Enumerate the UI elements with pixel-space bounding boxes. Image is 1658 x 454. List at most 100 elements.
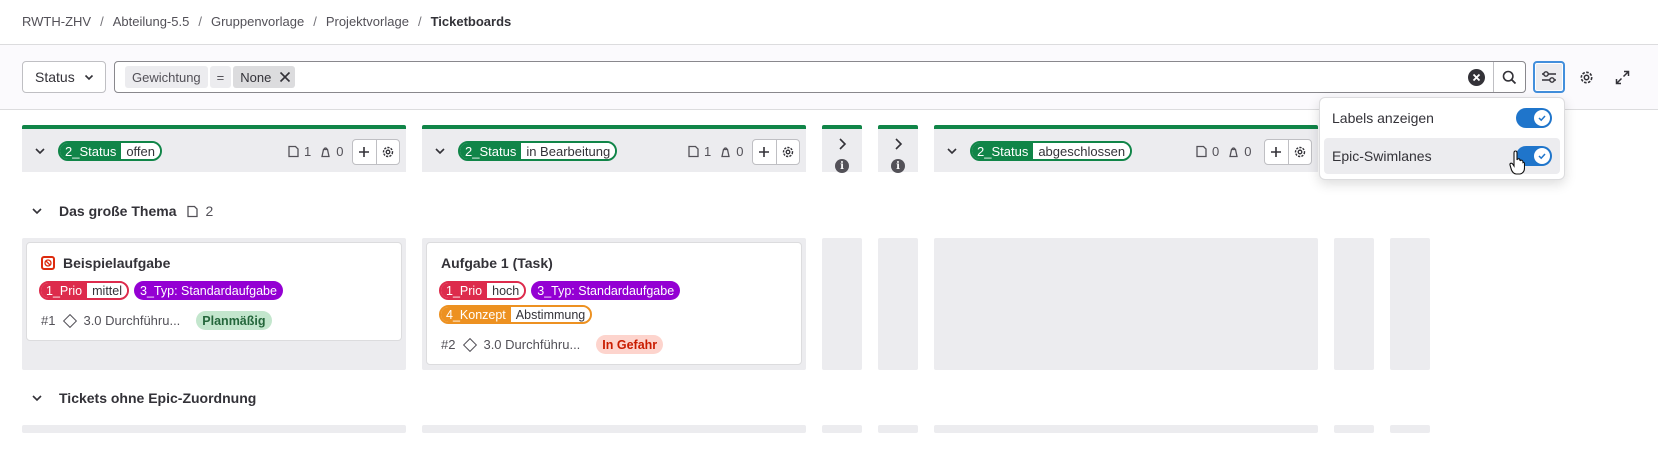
scoped-label[interactable]: 4_Konzept Abstimmung xyxy=(439,305,593,324)
list-settings-button[interactable] xyxy=(375,140,399,164)
maximize-icon xyxy=(1615,70,1629,84)
list-settings-button[interactable] xyxy=(1287,140,1311,164)
breadcrumb: RWTH-ZHV / Abteilung-5.5 / Gruppenvorlage /… xyxy=(22,14,511,29)
breadcrumb-separator: / xyxy=(100,14,104,29)
info-icon: i xyxy=(891,159,905,173)
swimlanes-toggle-label: Epic-Swimlanes xyxy=(1332,148,1432,164)
labels-toggle-row[interactable]: Labels anzeigen xyxy=(1324,100,1560,136)
board-scope-label: Status xyxy=(35,69,75,85)
scoped-label-key: 1_Prio xyxy=(441,283,488,298)
issue-title[interactable]: Beispielaufgabe xyxy=(41,255,170,271)
board-list-header: 2_Status abgeschlossen 0 0 xyxy=(934,125,1318,172)
breadcrumb-item-project[interactable]: Projektvorlage xyxy=(326,14,409,29)
labels-toggle[interactable] xyxy=(1516,108,1552,128)
list-actions xyxy=(1264,139,1312,165)
scoped-label[interactable]: 1_Prio hoch xyxy=(439,281,527,300)
label[interactable]: 3_Typ: Standardaufgabe xyxy=(531,281,681,300)
chevron-down-icon[interactable] xyxy=(34,145,46,157)
board-settings-button[interactable] xyxy=(1570,61,1602,93)
add-issue-button[interactable] xyxy=(353,140,376,164)
issue-card[interactable]: Aufgabe 1 (Task) 1_Prio hoch 3_Typ: Stan… xyxy=(426,242,802,365)
gear-icon xyxy=(382,146,394,158)
chevron-down-icon[interactable] xyxy=(434,145,446,157)
breadcrumb-item-group[interactable]: RWTH-ZHV xyxy=(22,14,91,29)
scoped-label-key: 2_Status xyxy=(972,143,1034,159)
issue-count: 1 xyxy=(304,144,312,159)
list-scoped-label[interactable]: 2_Status in Bearbeitung xyxy=(458,141,618,161)
issue-labels: 4_Konzept Abstimmung xyxy=(439,305,593,324)
breadcrumb-separator: / xyxy=(198,14,202,29)
epic-swimlane-header[interactable]: Das große Thema 2 xyxy=(31,203,213,219)
milestone-title[interactable]: 3.0 Durchführu... xyxy=(83,313,180,328)
issue-title[interactable]: Aufgabe 1 (Task) xyxy=(441,255,553,271)
list-scoped-label[interactable]: 2_Status offen xyxy=(58,141,163,161)
breadcrumb-item-boards[interactable]: Ticketboards xyxy=(431,14,512,29)
issues-icon xyxy=(1196,145,1207,158)
search-button[interactable] xyxy=(1493,62,1525,92)
weight-count: 0 xyxy=(736,144,744,159)
weight-count: 0 xyxy=(1244,144,1252,159)
milestone-title[interactable]: 3.0 Durchführu... xyxy=(483,337,580,352)
hand-cursor-icon xyxy=(1509,150,1525,175)
list-actions xyxy=(352,139,400,165)
list-settings-button[interactable] xyxy=(775,140,799,164)
weight-count: 0 xyxy=(336,144,344,159)
preferences-icon xyxy=(1542,71,1556,83)
scoped-label-key: 4_Konzept xyxy=(441,307,511,322)
health-status-badge: Planmäßig xyxy=(196,311,272,330)
issue-meta: #1 3.0 Durchführu... Planmäßig xyxy=(41,311,272,330)
plus-icon xyxy=(759,147,770,157)
board-view-options-button[interactable] xyxy=(1533,61,1565,93)
chevron-right-icon xyxy=(839,138,847,150)
issue-card[interactable]: Beispielaufgabe 1_Prio mittel 3_Typ: Sta… xyxy=(26,242,402,341)
scoped-label-key: 2_Status xyxy=(460,143,522,159)
filter-token-value-text: None xyxy=(240,69,272,85)
swimlane-list-cell xyxy=(422,425,806,433)
list-scoped-label[interactable]: 2_Status abgeschlossen xyxy=(970,141,1133,161)
clear-search-icon[interactable] xyxy=(1468,69,1485,86)
scoped-label[interactable]: 1_Prio mittel xyxy=(39,281,130,300)
swimlane-collapsed-cell xyxy=(822,238,862,370)
remove-token-icon[interactable] xyxy=(279,71,291,83)
gear-icon xyxy=(782,146,794,158)
swimlane-collapsed-cell xyxy=(878,425,918,433)
collapsed-list-header[interactable]: i xyxy=(822,125,862,173)
board-scope-dropdown[interactable]: Status xyxy=(22,61,106,93)
no-epic-title: Tickets ohne Epic-Zuordnung xyxy=(59,390,257,406)
breadcrumb-item-subgroup[interactable]: Abteilung-5.5 xyxy=(113,14,190,29)
labels-toggle-label: Labels anzeigen xyxy=(1332,110,1434,126)
collapsed-list-header[interactable]: i xyxy=(878,125,918,173)
info-icon: i xyxy=(835,159,849,173)
no-epic-swimlane-header[interactable]: Tickets ohne Epic-Zuordnung xyxy=(31,390,256,406)
issue-count: 1 xyxy=(704,144,712,159)
plus-icon xyxy=(1271,147,1282,157)
issue-meta: #2 3.0 Durchführu... In Gefahr xyxy=(441,335,664,354)
scoped-label-key: 1_Prio xyxy=(41,283,88,298)
weight-icon xyxy=(1229,147,1239,158)
issue-count: 0 xyxy=(1212,144,1220,159)
filtered-search-input[interactable]: Gewichtung = None xyxy=(114,61,1526,93)
blocked-icon xyxy=(41,256,55,270)
fullscreen-button[interactable] xyxy=(1606,61,1638,93)
label[interactable]: 3_Typ: Standardaufgabe xyxy=(134,281,283,300)
list-actions xyxy=(752,139,800,165)
scoped-label-value: Abstimmung xyxy=(510,307,591,322)
issues-icon xyxy=(688,145,699,158)
swimlane-list-cell xyxy=(934,425,1318,433)
epic-issue-count: 2 xyxy=(186,203,213,219)
swimlane-collapsed-cell xyxy=(878,238,918,370)
add-issue-button[interactable] xyxy=(753,140,776,164)
filter-token-operator: = xyxy=(209,66,232,88)
chevron-down-icon[interactable] xyxy=(946,145,958,157)
issue-reference: #2 xyxy=(441,337,456,352)
swimlane-list-cell xyxy=(934,238,1318,370)
chevron-down-icon xyxy=(32,208,42,215)
filter-token[interactable]: Gewichtung = None xyxy=(125,66,297,88)
view-options-popover: Labels anzeigen Epic-Swimlanes xyxy=(1319,97,1565,180)
issue-labels: 1_Prio hoch 3_Typ: Standardaufgabe xyxy=(439,281,681,300)
add-issue-button[interactable] xyxy=(1265,140,1288,164)
chevron-down-icon xyxy=(32,395,42,402)
list-counts: 1 0 xyxy=(287,144,351,159)
check-icon xyxy=(1534,148,1550,164)
breadcrumb-item-template-group[interactable]: Gruppenvorlage xyxy=(211,14,304,29)
